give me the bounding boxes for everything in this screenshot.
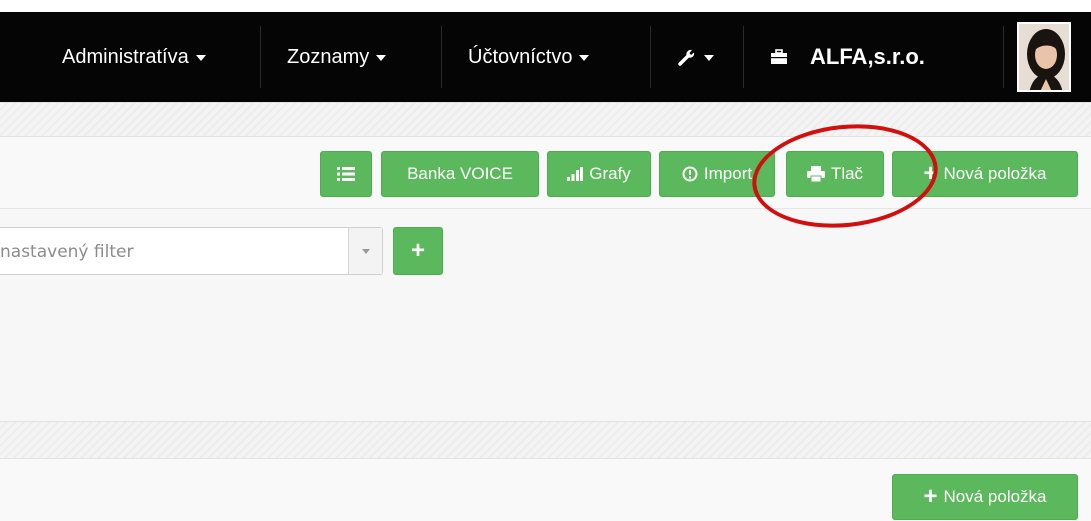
nav-divider [441,26,442,88]
nav-divider [650,26,651,88]
banka-voice-label: Banka VOICE [407,164,513,183]
caret-down-icon [704,55,714,61]
briefcase-icon [771,49,787,64]
list-icon [337,167,355,181]
nova-polozka-bottom-button[interactable]: + Nová položka [892,474,1078,520]
bar-chart-icon [567,167,584,181]
plus-icon: + [410,237,425,264]
banka-voice-button[interactable]: Banka VOICE [381,151,539,197]
tlac-label: Tlač [830,164,864,183]
add-filter-button[interactable]: + [393,227,443,275]
info-circle-icon [682,166,698,182]
select-toggle[interactable] [348,228,382,274]
avatar-photo-icon [1019,24,1069,90]
section-divider [0,102,1091,137]
chevron-down-icon [361,248,370,254]
grafy-button[interactable]: Grafy [547,151,651,197]
nav-zoznamy[interactable]: Zoznamy [287,12,387,102]
grafy-label: Grafy [589,164,631,183]
company-name: ALFA,s.r.o. [810,44,925,69]
list-view-button[interactable] [320,151,372,197]
nav-divider [1003,26,1004,88]
nav-company[interactable]: ALFA,s.r.o. [770,12,925,102]
plus-icon: + [923,483,938,510]
nav-uctovnictvo-label: Účtovníctvo [468,45,573,68]
nova-polozka-bottom-label: Nová položka [943,487,1047,506]
nav-administrativa-label: Administratíva [62,45,189,68]
section-divider [0,421,1091,459]
wrench-icon [678,49,695,66]
nav-zoznamy-label: Zoznamy [287,45,370,68]
avatar[interactable] [1017,22,1071,92]
top-navbar: Administratíva Zoznamy Účtovníctvo ALFA,… [0,12,1091,102]
nav-tools[interactable] [677,12,714,102]
nova-polozka-label: Nová položka [943,164,1047,183]
import-label: Import [703,164,753,183]
nav-administrativa[interactable]: Administratíva [62,12,206,102]
printer-icon [806,166,825,182]
nav-divider [743,26,744,88]
top-margin [0,0,1091,12]
import-button[interactable]: Import [659,151,775,197]
caret-down-icon [579,55,590,61]
nav-divider [260,26,261,88]
caret-down-icon [195,55,206,61]
caret-down-icon [376,55,387,61]
nav-uctovnictvo[interactable]: Účtovníctvo [468,12,590,102]
plus-icon: + [923,160,938,187]
nova-polozka-button[interactable]: + Nová položka [892,151,1078,197]
tlac-button[interactable]: Tlač [786,151,884,197]
filter-select[interactable]: nastavený filter [0,227,383,275]
filter-select-placeholder: nastavený filter [0,242,134,262]
